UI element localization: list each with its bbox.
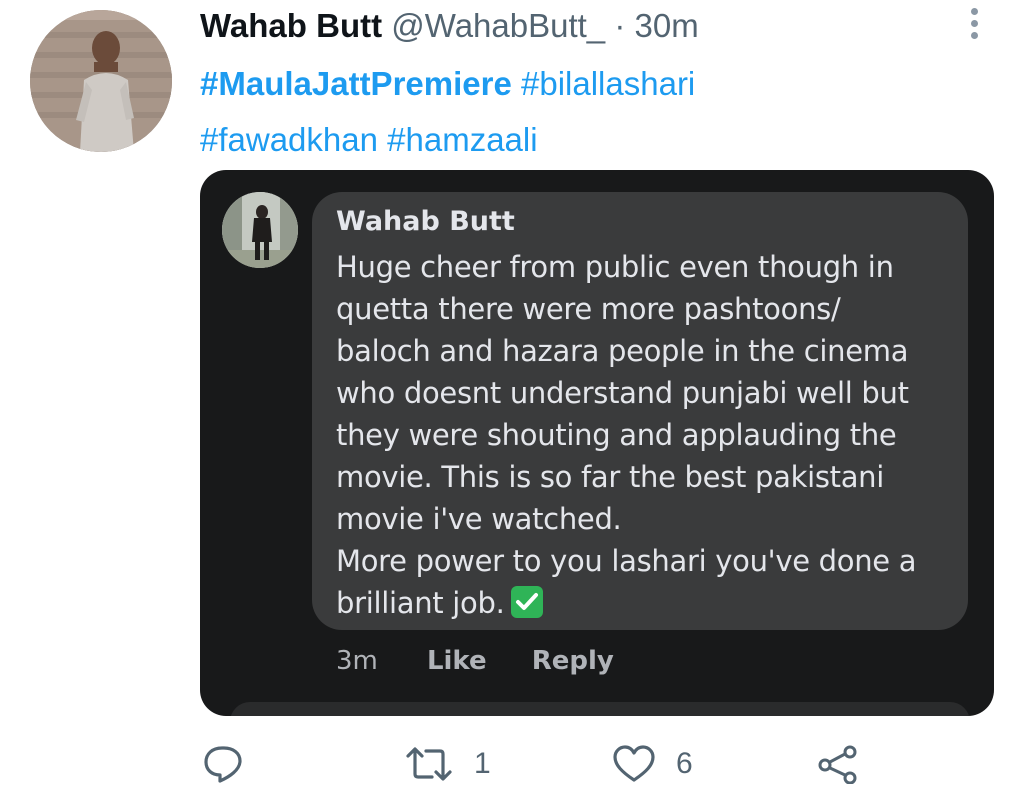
comment-author-name: Wahab Butt <box>336 206 515 237</box>
comment-actions: 3m Like Reply <box>336 646 650 676</box>
reply-button[interactable] <box>202 744 266 784</box>
more-options-icon[interactable] <box>964 8 984 42</box>
reply-icon <box>204 746 242 783</box>
comment-line: who doesnt understand punjabi well but <box>336 376 909 410</box>
author-name[interactable]: Wahab Butt <box>200 7 382 44</box>
author-handle[interactable]: @WahabButt_ <box>391 7 605 44</box>
tweet-header: Wahab Butt @WahabButt_ · 30m <box>200 4 699 48</box>
hashtag-link[interactable]: #fawadkhan <box>200 121 378 158</box>
comment-line: movie. This is so far the best pakistani <box>336 460 885 494</box>
comment-reply-label: Reply <box>531 646 614 676</box>
comment-line: quetta there were more pashtoons/ <box>336 292 841 326</box>
like-count: 6 <box>676 747 693 780</box>
tweet-image[interactable]: Wahab Butt Huge cheer from public even t… <box>200 170 994 716</box>
comment-line: Huge cheer from public even though in <box>336 250 894 284</box>
share-button[interactable] <box>816 744 860 784</box>
comment-line: they were shouting and applauding the <box>336 418 897 452</box>
retweet-count: 1 <box>474 747 491 780</box>
tweet-actions: 1 6 <box>200 744 880 784</box>
like-button[interactable]: 6 <box>612 744 693 784</box>
comment-like-label: Like <box>426 646 487 676</box>
comment-line: brilliant job. <box>336 586 505 620</box>
comment-text: Huge cheer from public even though in qu… <box>336 246 956 624</box>
person-photo-icon <box>222 192 298 268</box>
retweet-button[interactable]: 1 <box>404 744 491 784</box>
check-mark-button-icon <box>510 586 543 618</box>
next-comment-bubble <box>230 702 970 716</box>
comment-timestamp: 3m <box>336 646 378 676</box>
hashtag-link[interactable]: #MaulaJattPremiere <box>200 65 512 102</box>
author-avatar[interactable] <box>30 10 172 152</box>
tweet: Wahab Butt @WahabButt_ · 30m #MaulaJattP… <box>0 0 1024 785</box>
hashtag-link[interactable]: #bilallashari <box>521 65 695 102</box>
tweet-time[interactable]: 30m <box>635 7 699 44</box>
comment-line: movie i've watched. <box>336 502 622 536</box>
retweet-icon <box>406 747 452 781</box>
comment-bubble: Wahab Butt Huge cheer from public even t… <box>312 192 968 630</box>
header-separator: · <box>614 7 626 44</box>
tweet-text: #MaulaJattPremiere #bilallashari #fawadk… <box>200 56 960 168</box>
comment-line-last: brilliant job. <box>336 582 956 624</box>
person-photo-icon <box>30 10 172 152</box>
share-icon <box>818 745 857 784</box>
comment-avatar <box>222 192 298 268</box>
hashtag-link[interactable]: #hamzaali <box>387 121 537 158</box>
heart-icon <box>613 745 655 782</box>
comment-line: baloch and hazara people in the cinema <box>336 334 909 368</box>
comment-line: More power to you lashari you've done a <box>336 544 917 578</box>
